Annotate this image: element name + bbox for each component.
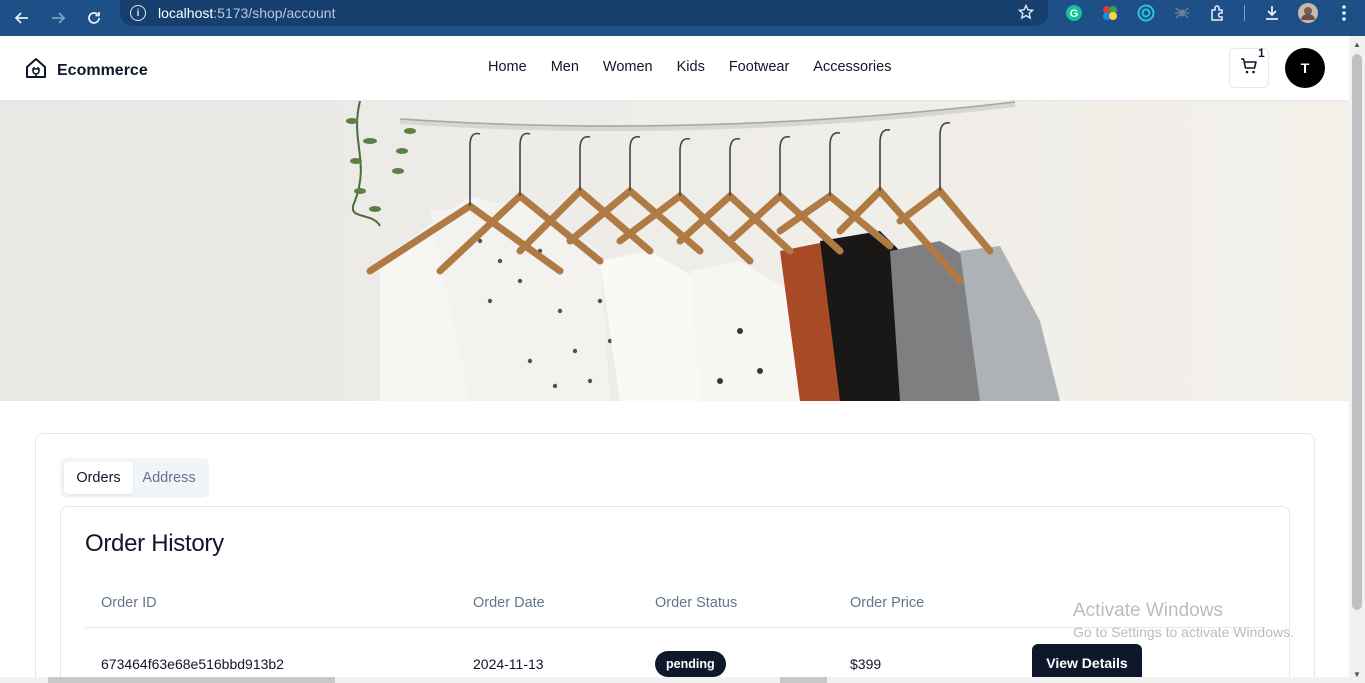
back-icon[interactable]	[4, 0, 40, 36]
order-id-cell: 673464f63e68e516bbd913b2	[101, 656, 284, 672]
profile-avatar-icon[interactable]	[1295, 0, 1321, 26]
forward-icon[interactable]	[40, 0, 76, 36]
bookmark-star-icon[interactable]	[1017, 3, 1035, 25]
reload-icon[interactable]	[76, 0, 112, 36]
svg-text:G: G	[1070, 8, 1079, 20]
nav-accessories[interactable]: Accessories	[813, 59, 891, 75]
column-header-order-status: Order Status	[655, 595, 738, 611]
horizontal-scroll-thumb-secondary[interactable]	[780, 677, 827, 683]
column-header-order-date: Order Date	[473, 595, 545, 611]
nav-footwear[interactable]: Footwear	[729, 59, 789, 75]
scroll-down-arrow-icon[interactable]: ▼	[1353, 670, 1361, 679]
column-header-order-price: Order Price	[850, 595, 925, 611]
browser-menu-icon[interactable]	[1331, 0, 1357, 26]
nav-women[interactable]: Women	[603, 59, 653, 75]
column-header-order-id: Order ID	[101, 595, 157, 611]
bug-extension-icon[interactable]	[1169, 0, 1195, 26]
order-history-title: Order History	[85, 530, 224, 557]
order-price-cell: $399	[850, 656, 882, 672]
main-nav: Home Men Women Kids Footwear Accessories	[488, 59, 915, 75]
watermark-subtitle: Go to Settings to activate Windows.	[1073, 624, 1294, 640]
nav-home[interactable]: Home	[488, 59, 527, 75]
nav-men[interactable]: Men	[551, 59, 579, 75]
account-banner-image	[0, 101, 1349, 401]
user-avatar[interactable]: T	[1285, 48, 1325, 88]
brand-name: Ecommerce	[57, 61, 148, 79]
account-tabs: Orders Address	[60, 458, 209, 498]
horizontal-scroll-thumb[interactable]	[48, 677, 335, 683]
order-date-cell: 2024-11-13	[473, 656, 544, 672]
url-text: localhost:5173/shop/account	[158, 5, 336, 21]
tab-orders[interactable]: Orders	[64, 462, 133, 494]
scroll-up-arrow-icon[interactable]: ▲	[1353, 40, 1361, 49]
address-bar[interactable]: i localhost:5173/shop/account	[120, 0, 1048, 26]
browser-toolbar: i localhost:5173/shop/account G	[0, 0, 1365, 36]
nav-kids[interactable]: Kids	[677, 59, 705, 75]
download-icon[interactable]	[1259, 0, 1285, 26]
vertical-scrollbar[interactable]: ▲ ▼	[1349, 36, 1365, 683]
horizontal-scrollbar[interactable]	[0, 677, 1349, 683]
site-info-icon[interactable]: i	[130, 5, 146, 21]
vertical-scroll-thumb[interactable]	[1352, 54, 1362, 610]
toolbar-separator	[1244, 5, 1245, 21]
cart-count-badge: 1	[1258, 46, 1265, 60]
target-extension-icon[interactable]	[1133, 0, 1159, 26]
color-picker-extension-icon[interactable]	[1097, 0, 1123, 26]
site-header: Ecommerce Home Men Women Kids Footwear A…	[0, 36, 1349, 101]
status-badge: pending	[655, 651, 726, 677]
brand-logo[interactable]: Ecommerce	[25, 57, 148, 84]
tab-address[interactable]: Address	[133, 462, 205, 494]
extensions-puzzle-icon[interactable]	[1205, 0, 1231, 26]
house-plug-icon	[25, 57, 47, 84]
shopping-cart-icon	[1240, 57, 1258, 80]
grammarly-extension-icon[interactable]: G	[1061, 0, 1087, 26]
watermark-title: Activate Windows	[1073, 600, 1223, 621]
windows-activation-watermark: Activate Windows Go to Settings to activ…	[1073, 600, 1294, 640]
